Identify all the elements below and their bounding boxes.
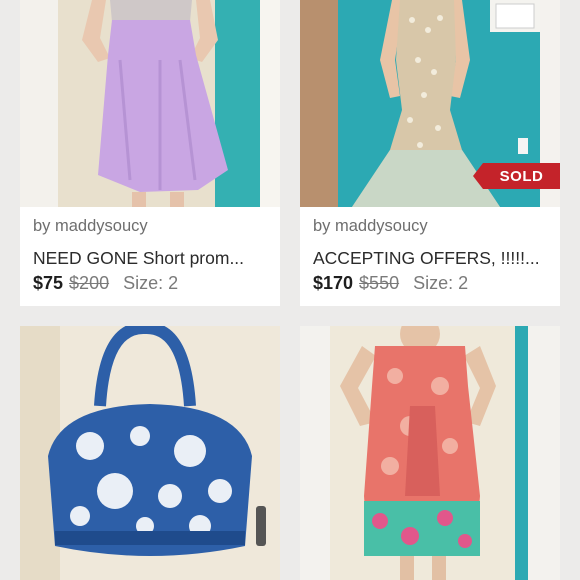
listing-card-2[interactable]: SOLD by maddysoucy ACCEPTING OFFERS, !!!… bbox=[300, 0, 560, 306]
listing-info-1: by maddysoucy NEED GONE Short prom... $7… bbox=[20, 207, 280, 306]
price-line: $170 $550 Size: 2 bbox=[313, 273, 468, 294]
original-price: $200 bbox=[69, 273, 110, 293]
listing-card-1[interactable]: by maddysoucy NEED GONE Short prom... $7… bbox=[20, 0, 280, 306]
price-line: $75 $200 Size: 2 bbox=[33, 273, 178, 294]
original-price: $550 bbox=[359, 273, 400, 293]
listing-title[interactable]: NEED GONE Short prom... bbox=[33, 248, 273, 269]
listing-info-2: by maddysoucy ACCEPTING OFFERS, !!!!!...… bbox=[300, 207, 560, 306]
listing-photo-1[interactable] bbox=[20, 0, 280, 207]
listing-title[interactable]: ACCEPTING OFFERS, !!!!!... bbox=[313, 248, 553, 269]
listing-photo-3[interactable] bbox=[20, 326, 280, 580]
listing-photo-4[interactable] bbox=[300, 326, 560, 580]
listing-size: Size: 2 bbox=[413, 273, 469, 293]
listing-card-3[interactable] bbox=[20, 326, 280, 580]
listing-price: $75 bbox=[33, 273, 64, 293]
sold-badge: SOLD bbox=[473, 163, 560, 189]
listing-card-4[interactable] bbox=[300, 326, 560, 580]
listing-price: $170 bbox=[313, 273, 354, 293]
seller-name[interactable]: by maddysoucy bbox=[313, 217, 428, 236]
seller-name[interactable]: by maddysoucy bbox=[33, 217, 148, 236]
listing-size: Size: 2 bbox=[123, 273, 179, 293]
